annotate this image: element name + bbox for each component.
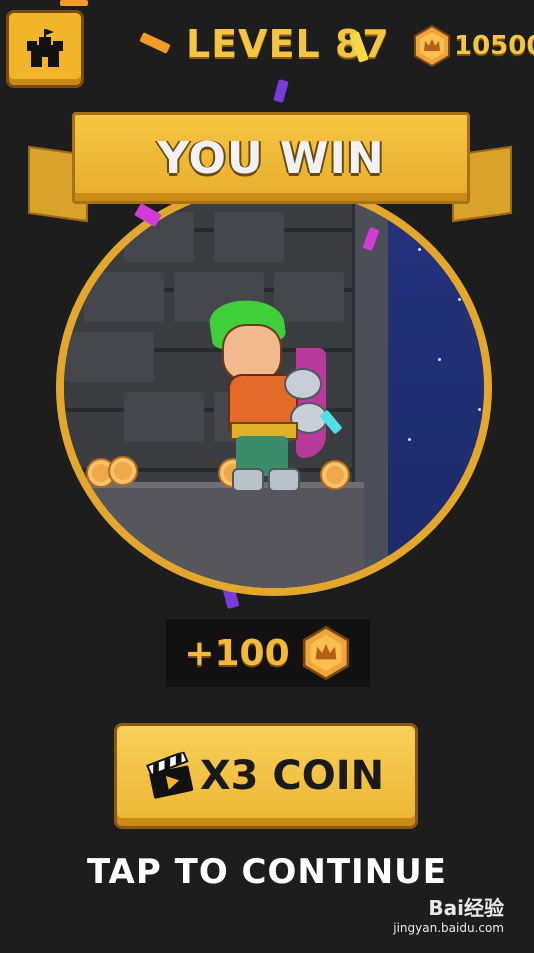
coin-total-value: 10500 [454,31,534,61]
watermark-url: jingyan.baidu.com [393,921,504,935]
stone-ledge [64,482,364,588]
wall-brick [214,212,284,262]
victory-scene [56,180,492,596]
tap-to-continue[interactable]: TAP TO CONTINUE [0,852,534,892]
hero-shoulder-pad [284,368,322,400]
star [468,478,471,481]
confetti [273,79,289,103]
x3-coin-label: X3 COIN [199,753,385,799]
home-button[interactable] [6,10,84,88]
star [438,358,441,361]
coin-total: 10500 [412,24,534,68]
hero-boot [268,468,300,492]
watermark-brand: Bai经验 [428,896,504,920]
video-clapper-icon [145,750,193,799]
confetti [139,32,171,54]
scene-coin [108,456,138,486]
star [408,438,411,441]
banner-title: YOU WIN [157,132,385,184]
castle-icon [27,29,63,67]
crown-coin-icon [414,25,450,67]
hero-boot [232,468,264,492]
star [418,248,421,251]
wall-brick [124,392,204,442]
crown-coin-icon [302,626,349,680]
night-sky [388,188,484,588]
coin-reward: +100 [166,619,370,687]
star [478,408,481,411]
wall-brick [84,272,164,322]
wall-brick [64,332,154,382]
you-win-banner: YOU WIN [72,112,470,204]
confetti [60,0,88,6]
hero-character [204,295,354,498]
baidu-watermark: Bai经验 jingyan.baidu.com [393,892,504,935]
x3-coin-button[interactable]: X3 COIN [114,723,418,829]
reward-amount: +100 [184,632,290,674]
star [458,298,461,301]
